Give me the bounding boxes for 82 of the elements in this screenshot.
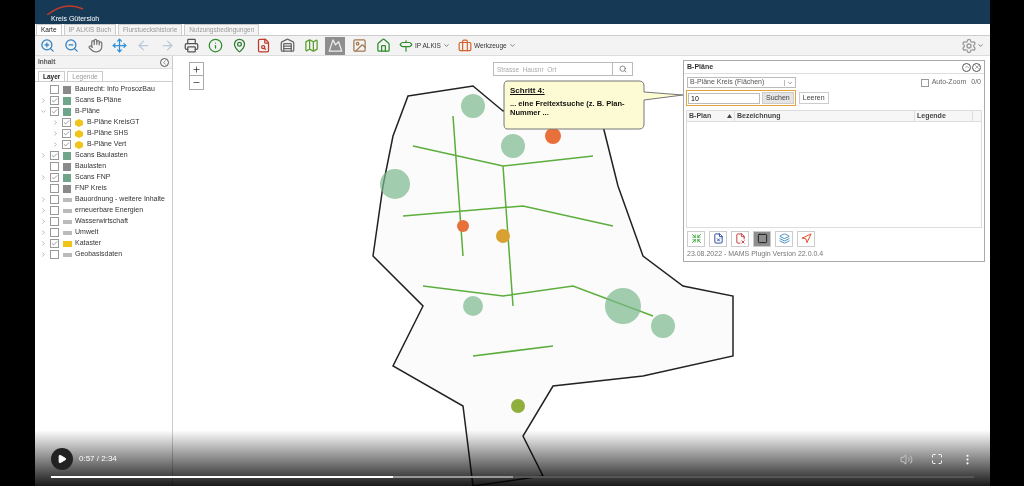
fullscreen-icon xyxy=(931,453,943,465)
layer-group-icon xyxy=(62,252,72,257)
chevron-up-icon xyxy=(963,64,970,70)
caret-icon xyxy=(442,42,450,49)
layer-checkbox[interactable] xyxy=(50,96,59,105)
layer-checkbox[interactable] xyxy=(50,107,59,116)
expand-icon[interactable] xyxy=(39,207,47,214)
expand-icon[interactable] xyxy=(51,141,59,148)
image-icon xyxy=(351,38,367,53)
map-icon xyxy=(303,38,319,53)
caret-icon xyxy=(787,79,793,86)
close-icon xyxy=(973,64,980,70)
layer-checkbox[interactable] xyxy=(50,228,59,237)
terrain-icon xyxy=(327,38,343,53)
expand-icon[interactable] xyxy=(51,119,59,126)
house-icon xyxy=(375,38,391,53)
volume-icon xyxy=(900,452,913,466)
map-pin-icon xyxy=(231,38,247,53)
navigation-icon xyxy=(800,233,812,244)
expand-icon[interactable] xyxy=(39,97,47,104)
collapse-icon[interactable] xyxy=(39,108,47,115)
layer-checkbox[interactable] xyxy=(50,195,59,204)
panel-tool-button[interactable] xyxy=(753,230,771,247)
building-icon xyxy=(279,38,295,53)
zoom-out-icon xyxy=(63,38,79,53)
layer-checkbox[interactable] xyxy=(62,129,71,138)
layer-checkbox[interactable] xyxy=(62,140,71,149)
toolbox-icon xyxy=(457,38,472,53)
check-icon xyxy=(51,240,58,247)
print-icon xyxy=(183,38,199,53)
expand-icon[interactable] xyxy=(51,130,59,137)
video-time: 0:57 / 2:34 xyxy=(79,453,117,465)
expand-icon[interactable] xyxy=(39,251,47,258)
settings-button[interactable] xyxy=(961,37,984,54)
callout-title: Schritt 4: xyxy=(510,85,546,97)
zoom-in-icon xyxy=(39,38,55,53)
search-button[interactable] xyxy=(613,62,633,76)
auto-zoom-checkbox[interactable] xyxy=(920,78,929,87)
expand-icon[interactable] xyxy=(39,240,47,247)
layer-checkbox[interactable] xyxy=(62,118,71,127)
shrink-icon xyxy=(690,233,702,244)
info-icon xyxy=(207,38,223,53)
volume-button[interactable] xyxy=(900,452,913,466)
plus-icon xyxy=(192,64,201,74)
tool-button[interactable] xyxy=(325,36,345,55)
layer-checkbox[interactable] xyxy=(50,85,59,94)
layer-checkbox[interactable] xyxy=(50,239,59,248)
signpost-icon xyxy=(399,38,413,53)
layers-icon xyxy=(778,233,790,244)
file-x-icon xyxy=(734,233,746,244)
square-icon xyxy=(756,233,768,244)
folder-icon xyxy=(62,240,72,247)
document-search-icon xyxy=(255,38,271,53)
close-button[interactable] xyxy=(972,62,981,72)
fullscreen-button[interactable] xyxy=(931,453,943,465)
expand-icon[interactable] xyxy=(39,174,47,181)
expand-icon[interactable] xyxy=(39,152,47,159)
move-icon xyxy=(111,38,127,53)
file-x-icon xyxy=(712,233,724,244)
layer-checkbox[interactable] xyxy=(50,206,59,215)
chevron-left-icon xyxy=(161,58,168,66)
layer-checkbox[interactable] xyxy=(50,162,59,171)
search-icon xyxy=(618,65,627,73)
play-icon xyxy=(57,454,67,464)
layer-checkbox[interactable] xyxy=(50,184,59,193)
zoom-in-button[interactable] xyxy=(190,63,203,76)
layer-checkbox[interactable] xyxy=(50,173,59,182)
collapse-sidebar-button[interactable] xyxy=(160,57,169,67)
logo-arc-icon xyxy=(45,5,85,15)
expand-icon[interactable] xyxy=(39,229,47,236)
settings-icon xyxy=(961,37,977,54)
layer-checkbox[interactable] xyxy=(50,250,59,259)
forward-arrow-icon xyxy=(159,38,175,53)
caret-icon xyxy=(977,42,984,49)
layer-checkbox[interactable] xyxy=(50,151,59,160)
check-icon xyxy=(51,174,58,181)
expand-icon[interactable] xyxy=(39,218,47,225)
caret-icon xyxy=(508,42,516,49)
layer-checkbox[interactable] xyxy=(50,217,59,226)
sort-ascending-icon xyxy=(727,114,732,118)
expand-icon[interactable] xyxy=(39,196,47,203)
hand-icon xyxy=(87,38,103,53)
